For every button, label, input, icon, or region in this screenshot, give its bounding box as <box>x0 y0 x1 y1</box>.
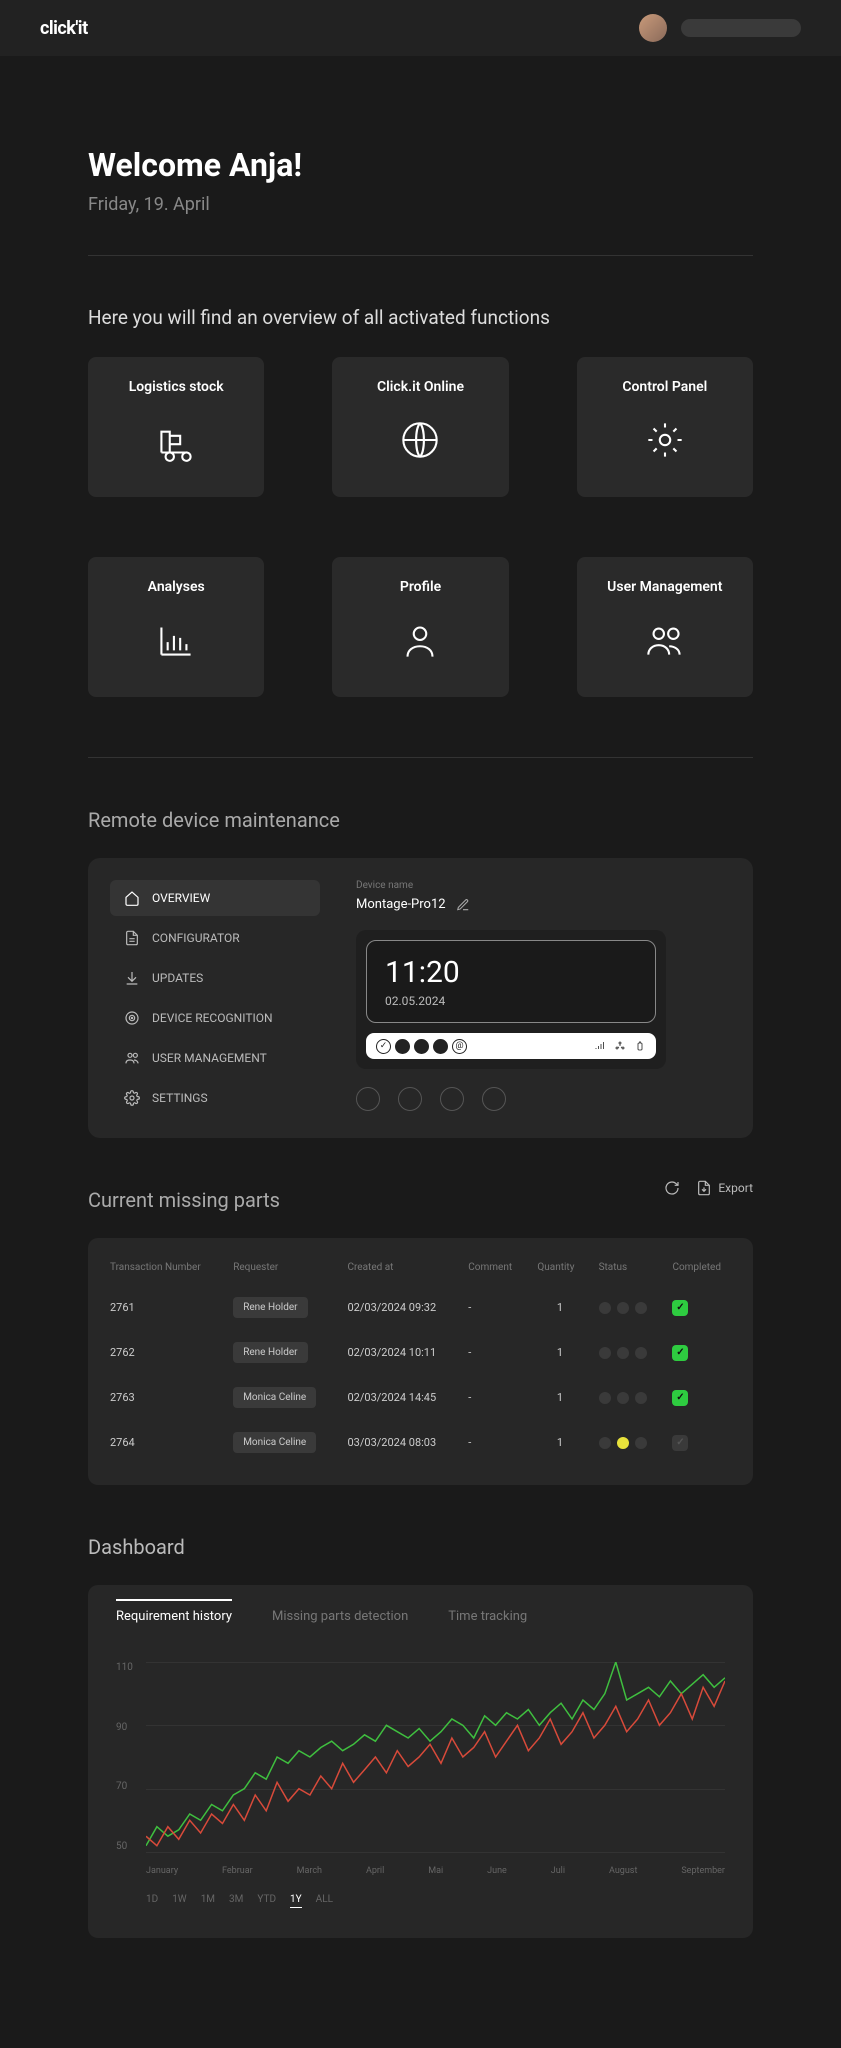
dashboard-panel: Requirement history Missing parts detecti… <box>88 1585 753 1938</box>
date-label: Friday, 19. April <box>88 194 753 215</box>
range-1D[interactable]: 1D <box>146 1894 158 1908</box>
parts-title: Current missing parts <box>88 1188 280 1212</box>
column-header: Requester <box>225 1246 339 1285</box>
remote-nav-overview[interactable]: OVERVIEW <box>110 880 320 916</box>
dash-tab[interactable]: Time tracking <box>448 1609 527 1634</box>
device-name-label: Device name <box>356 880 731 891</box>
tile-label: Control Panel <box>622 379 707 395</box>
brand-logo: click'it <box>40 18 88 39</box>
pager-dot[interactable] <box>440 1087 464 1111</box>
divider <box>88 255 753 256</box>
status-dot <box>414 1039 429 1054</box>
range-3M[interactable]: 3M <box>229 1894 243 1908</box>
range-1M[interactable]: 1M <box>201 1894 215 1908</box>
battery-icon <box>634 1040 646 1052</box>
at-icon: @ <box>452 1039 467 1054</box>
device-status-bar: ✓ @ <box>366 1033 656 1059</box>
column-header: Created at <box>340 1246 461 1285</box>
clock-time: 11:20 <box>385 955 637 990</box>
signal-icon <box>594 1040 606 1052</box>
requester-chip: Monica Celine <box>233 1387 316 1408</box>
column-header: Completed <box>664 1246 739 1285</box>
export-button[interactable]: Export <box>696 1180 753 1196</box>
remote-title: Remote device maintenance <box>88 808 753 832</box>
remote-panel: OVERVIEW CONFIGURATOR UPDATES DEVICE RECOGN… <box>88 858 753 1138</box>
online-icon <box>395 415 445 469</box>
profile-icon <box>395 615 445 669</box>
topbar: click'it <box>0 0 841 56</box>
remote-nav-configurator[interactable]: CONFIGURATOR <box>110 920 320 956</box>
logistics-icon <box>151 415 201 469</box>
status-dot <box>395 1039 410 1054</box>
range-1W[interactable]: 1W <box>172 1894 187 1908</box>
pager-dot[interactable] <box>482 1087 506 1111</box>
avatar[interactable] <box>639 14 667 42</box>
divider <box>88 757 753 758</box>
requester-chip: Rene Holder <box>233 1297 307 1318</box>
remote-nav-settings[interactable]: SETTINGS <box>110 1080 320 1116</box>
requester-chip: Monica Celine <box>233 1432 316 1453</box>
tile-label: User Management <box>607 579 722 595</box>
edit-icon[interactable] <box>456 898 470 912</box>
usermgmt-icon <box>640 615 690 669</box>
pager-dot[interactable] <box>398 1087 422 1111</box>
table-row[interactable]: 2764 Monica Celine 03/03/2024 08:03 - 1 … <box>102 1420 739 1465</box>
tile-control[interactable]: Control Panel <box>577 357 753 497</box>
table-row[interactable]: 2763 Monica Celine 02/03/2024 14:45 - 1 … <box>102 1375 739 1420</box>
tile-online[interactable]: Click.it Online <box>332 357 508 497</box>
tile-profile[interactable]: Profile <box>332 557 508 697</box>
control-icon <box>640 415 690 469</box>
column-header: Quantity <box>529 1246 590 1285</box>
column-header: Comment <box>460 1246 529 1285</box>
table-row[interactable]: 2761 Rene Holder 02/03/2024 09:32 - 1 ✓ <box>102 1285 739 1330</box>
remote-nav-updates[interactable]: UPDATES <box>110 960 320 996</box>
tile-usermgmt[interactable]: User Management <box>577 557 753 697</box>
range-ALL[interactable]: ALL <box>316 1894 333 1908</box>
network-icon <box>614 1040 626 1052</box>
chart: 110907050 <box>146 1662 725 1852</box>
tile-label: Click.it Online <box>377 379 464 395</box>
status-dot <box>433 1039 448 1054</box>
completed-badge: ✓ <box>672 1435 688 1451</box>
tile-label: Analyses <box>148 579 205 595</box>
requester-chip: Rene Holder <box>233 1342 307 1363</box>
tile-label: Profile <box>400 579 441 595</box>
parts-table: Transaction NumberRequesterCreated atCom… <box>88 1238 753 1485</box>
dash-tab[interactable]: Missing parts detection <box>272 1609 408 1634</box>
clock-date: 02.05.2024 <box>385 994 637 1008</box>
remote-nav-device-recognition[interactable]: DEVICE RECOGNITION <box>110 1000 320 1036</box>
range-YTD[interactable]: YTD <box>257 1894 276 1908</box>
remote-nav-user-management[interactable]: USER MANAGEMENT <box>110 1040 320 1076</box>
completed-badge: ✓ <box>672 1345 688 1361</box>
device-name: Montage-Pro12 <box>356 897 446 912</box>
range-1Y[interactable]: 1Y <box>290 1894 302 1908</box>
analyses-icon <box>151 615 201 669</box>
device-screen: 11:20 02.05.2024 ✓ @ <box>356 930 666 1069</box>
tile-logistics[interactable]: Logistics stock <box>88 357 264 497</box>
search-input[interactable] <box>681 19 801 37</box>
dashboard-title: Dashboard <box>88 1535 753 1559</box>
column-header: Status <box>591 1246 665 1285</box>
completed-badge: ✓ <box>672 1300 688 1316</box>
chart-line-red <box>146 1681 725 1846</box>
check-icon: ✓ <box>376 1039 391 1054</box>
subtitle: Here you will find an overview of all ac… <box>88 306 753 329</box>
dash-tab[interactable]: Requirement history <box>116 1599 232 1634</box>
completed-badge: ✓ <box>672 1390 688 1406</box>
refresh-button[interactable] <box>664 1180 680 1196</box>
column-header: Transaction Number <box>102 1246 225 1285</box>
welcome-title: Welcome Anja! <box>88 146 753 184</box>
table-row[interactable]: 2762 Rene Holder 02/03/2024 10:11 - 1 ✓ <box>102 1330 739 1375</box>
tile-label: Logistics stock <box>129 379 224 395</box>
tile-analyses[interactable]: Analyses <box>88 557 264 697</box>
pager-dot[interactable] <box>356 1087 380 1111</box>
